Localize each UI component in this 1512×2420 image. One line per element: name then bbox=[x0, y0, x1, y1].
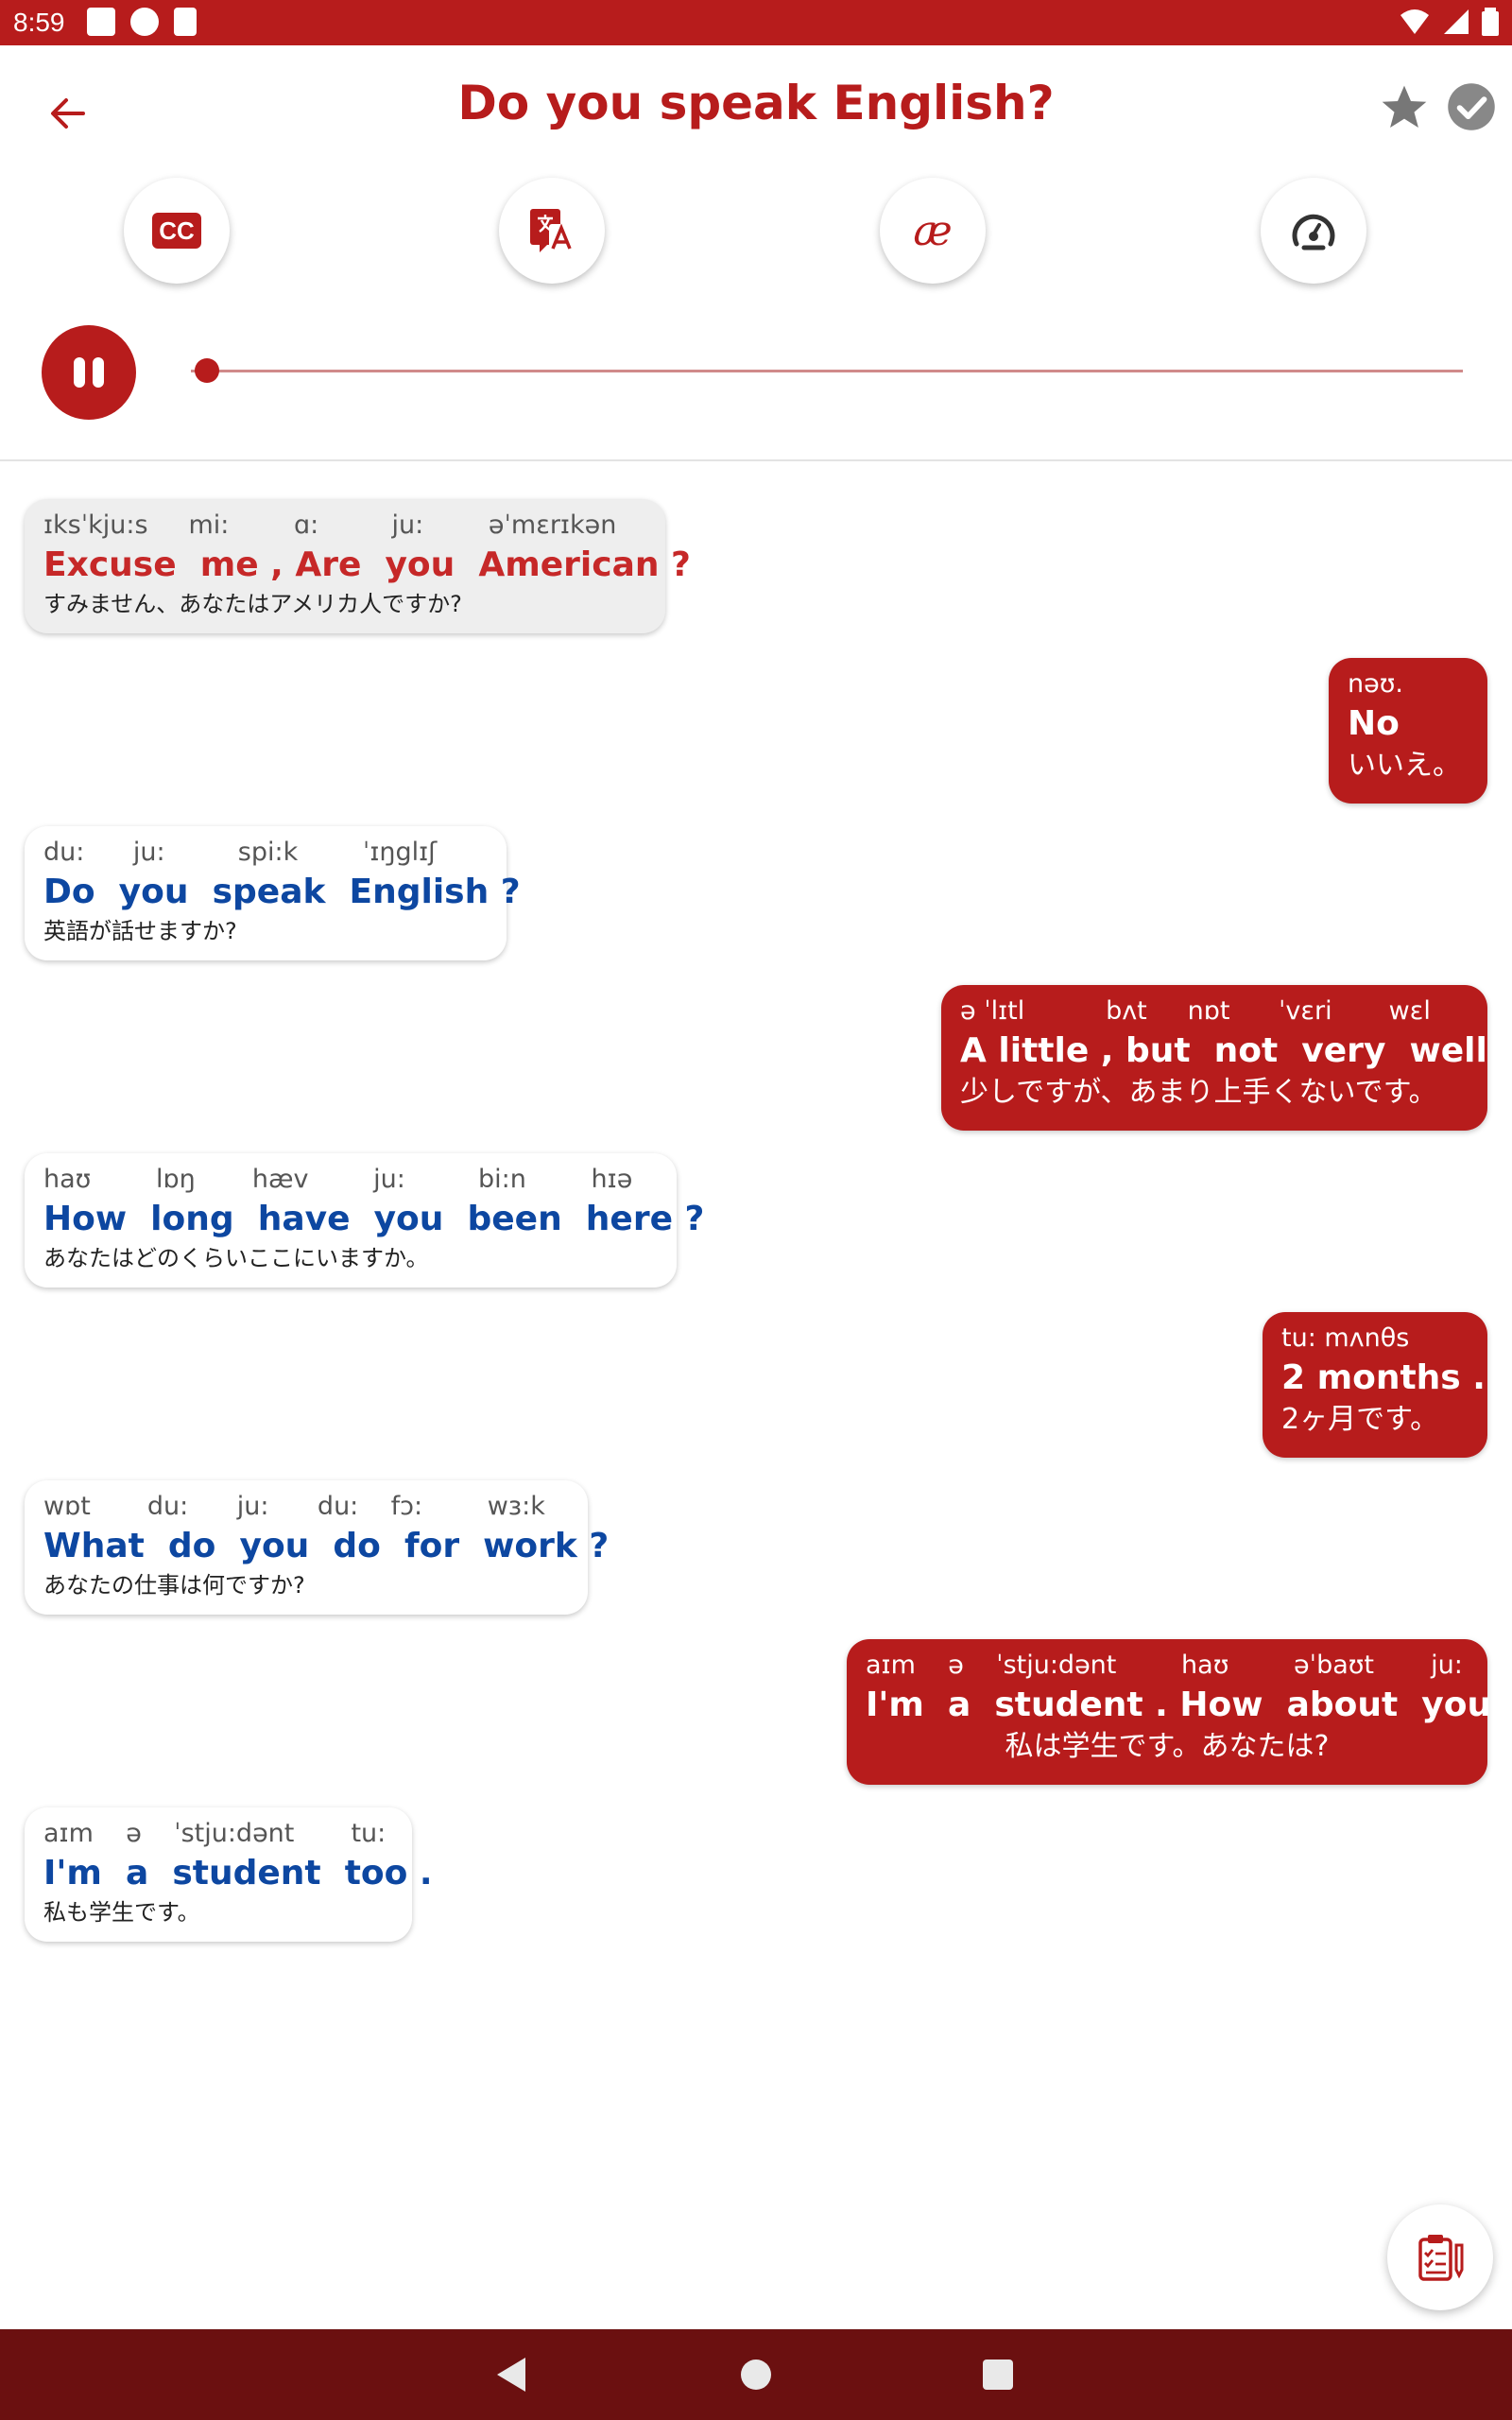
english-sentence: 2 months . bbox=[1281, 1358, 1486, 1397]
english-sentence: I'm a student . How about you ? bbox=[866, 1685, 1512, 1724]
ipa-transcription: tu: mʌnθs bbox=[1281, 1323, 1410, 1353]
japanese-translation: いいえ。 bbox=[1348, 749, 1461, 782]
japanese-translation: 少しですが、あまり上手くないです。 bbox=[960, 1076, 1437, 1109]
translation-button[interactable] bbox=[499, 178, 605, 284]
battery-icon bbox=[1482, 8, 1499, 36]
lesson-header: Do you speak English? CC æ bbox=[0, 45, 1512, 461]
mark-complete-button[interactable] bbox=[1446, 81, 1497, 136]
message-bubble-left[interactable]: aɪm ə ˈstju:dənt tu: I'm a student too .… bbox=[25, 1807, 433, 1942]
pause-button[interactable] bbox=[42, 325, 136, 420]
status-bar: 8:59 bbox=[0, 0, 1512, 45]
english-sentence: A little , but not very well . bbox=[960, 1031, 1512, 1070]
ipa-transcription: nəʊ. bbox=[1348, 669, 1403, 699]
japanese-translation: 私も学生です。 bbox=[43, 1899, 200, 1926]
ipa-transcription: aɪm ə ˈstju:dənt tu: bbox=[43, 1819, 387, 1848]
signal-icon bbox=[1444, 9, 1469, 34]
message-bubble-right[interactable]: tu: mʌnθs 2 months . 2ヶ月です。 bbox=[1263, 1312, 1487, 1458]
message-bubble-right[interactable]: nəʊ. No いいえ。 bbox=[1329, 658, 1487, 804]
nav-home-icon[interactable] bbox=[741, 2360, 771, 2390]
message-bubble-right[interactable]: ə ˈlɪtl bʌt nɒt ˈvɛri wɛl A little , but… bbox=[941, 985, 1512, 1131]
check-circle-icon bbox=[1448, 83, 1495, 130]
japanese-translation: あなたの仕事は何ですか? bbox=[43, 1572, 305, 1599]
ipa-transcription: ɪksˈkju:s mi: ɑ: ju: əˈmɛrɪkən bbox=[43, 510, 617, 540]
nav-back-icon[interactable] bbox=[497, 2358, 525, 2392]
english-sentence: Do you speak English ? bbox=[43, 873, 521, 911]
ipa-transcription: haʊ lɒŋ hæv ju: bi:n hɪə bbox=[43, 1165, 633, 1194]
english-sentence: I'm a student too . bbox=[43, 1854, 433, 1893]
wifi-icon bbox=[1400, 9, 1429, 34]
ipa-transcription: wɒt du: ju: du: fɔ: wɜ:k bbox=[43, 1492, 545, 1521]
nav-recent-icon[interactable] bbox=[983, 2360, 1013, 2390]
english-sentence: What do you do for work ? bbox=[43, 1527, 610, 1565]
quiz-clipboard-icon bbox=[1418, 2235, 1464, 2281]
system-nav-bar bbox=[0, 2329, 1512, 2420]
japanese-translation: 私は学生です。あなたは? bbox=[1005, 1730, 1330, 1763]
english-sentence: How long have you been here ? bbox=[43, 1200, 705, 1238]
japanese-translation: あなたはどのくらいここにいますか。 bbox=[43, 1245, 429, 1271]
star-icon bbox=[1382, 85, 1427, 128]
ipa-transcription: du: ju: spi:k ˈɪŋglɪʃ bbox=[43, 838, 438, 867]
favorite-button[interactable] bbox=[1378, 81, 1431, 138]
phonetic-symbol-icon: æ bbox=[913, 206, 953, 255]
page-title: Do you speak English? bbox=[457, 76, 1055, 130]
ipa-transcription: aɪm ə ˈstju:dənt haʊ əˈbaʊt ju: bbox=[866, 1651, 1463, 1680]
subtitles-button[interactable]: CC bbox=[124, 178, 230, 284]
phonetics-button[interactable]: æ bbox=[880, 178, 986, 284]
cc-icon: CC bbox=[152, 213, 201, 249]
message-bubble-left[interactable]: wɒt du: ju: du: fɔ: wɜ:k What do you do … bbox=[25, 1480, 610, 1615]
audio-progress-thumb[interactable] bbox=[195, 358, 219, 383]
message-bubble-left[interactable]: haʊ lɒŋ hæv ju: bi:n hɪə How long have y… bbox=[25, 1153, 705, 1288]
english-sentence: Excuse me , Are you American ? bbox=[43, 545, 691, 584]
speedometer-icon bbox=[1292, 214, 1335, 251]
japanese-translation: 2ヶ月です。 bbox=[1281, 1403, 1439, 1436]
message-bubble-left[interactable]: du: ju: spi:k ˈɪŋglɪʃ Do you speak Engli… bbox=[25, 826, 521, 960]
speed-button[interactable] bbox=[1261, 178, 1366, 284]
pause-icon bbox=[74, 357, 85, 388]
sd-card-icon bbox=[174, 8, 197, 36]
message-bubble-right[interactable]: aɪm ə ˈstju:dənt haʊ əˈbaʊt ju: I'm a st… bbox=[847, 1639, 1512, 1785]
english-sentence: No bbox=[1348, 704, 1400, 743]
translate-icon bbox=[530, 209, 574, 252]
ipa-transcription: ə ˈlɪtl bʌt nɒt ˈvɛri wɛl bbox=[960, 996, 1431, 1026]
notification-app-icon bbox=[87, 8, 115, 36]
message-bubble-left[interactable]: ɪksˈkju:s mi: ɑ: ju: əˈmɛrɪkən Excuse me… bbox=[25, 499, 691, 633]
japanese-translation: すみません、あなたはアメリカ人ですか? bbox=[43, 591, 462, 617]
quiz-fab-button[interactable] bbox=[1387, 2204, 1493, 2310]
notification-app-icon bbox=[130, 8, 159, 36]
status-time: 8:59 bbox=[13, 8, 65, 37]
notification-icons bbox=[87, 8, 197, 36]
audio-progress-track[interactable] bbox=[191, 370, 1463, 372]
japanese-translation: 英語が話せますか? bbox=[43, 918, 237, 944]
